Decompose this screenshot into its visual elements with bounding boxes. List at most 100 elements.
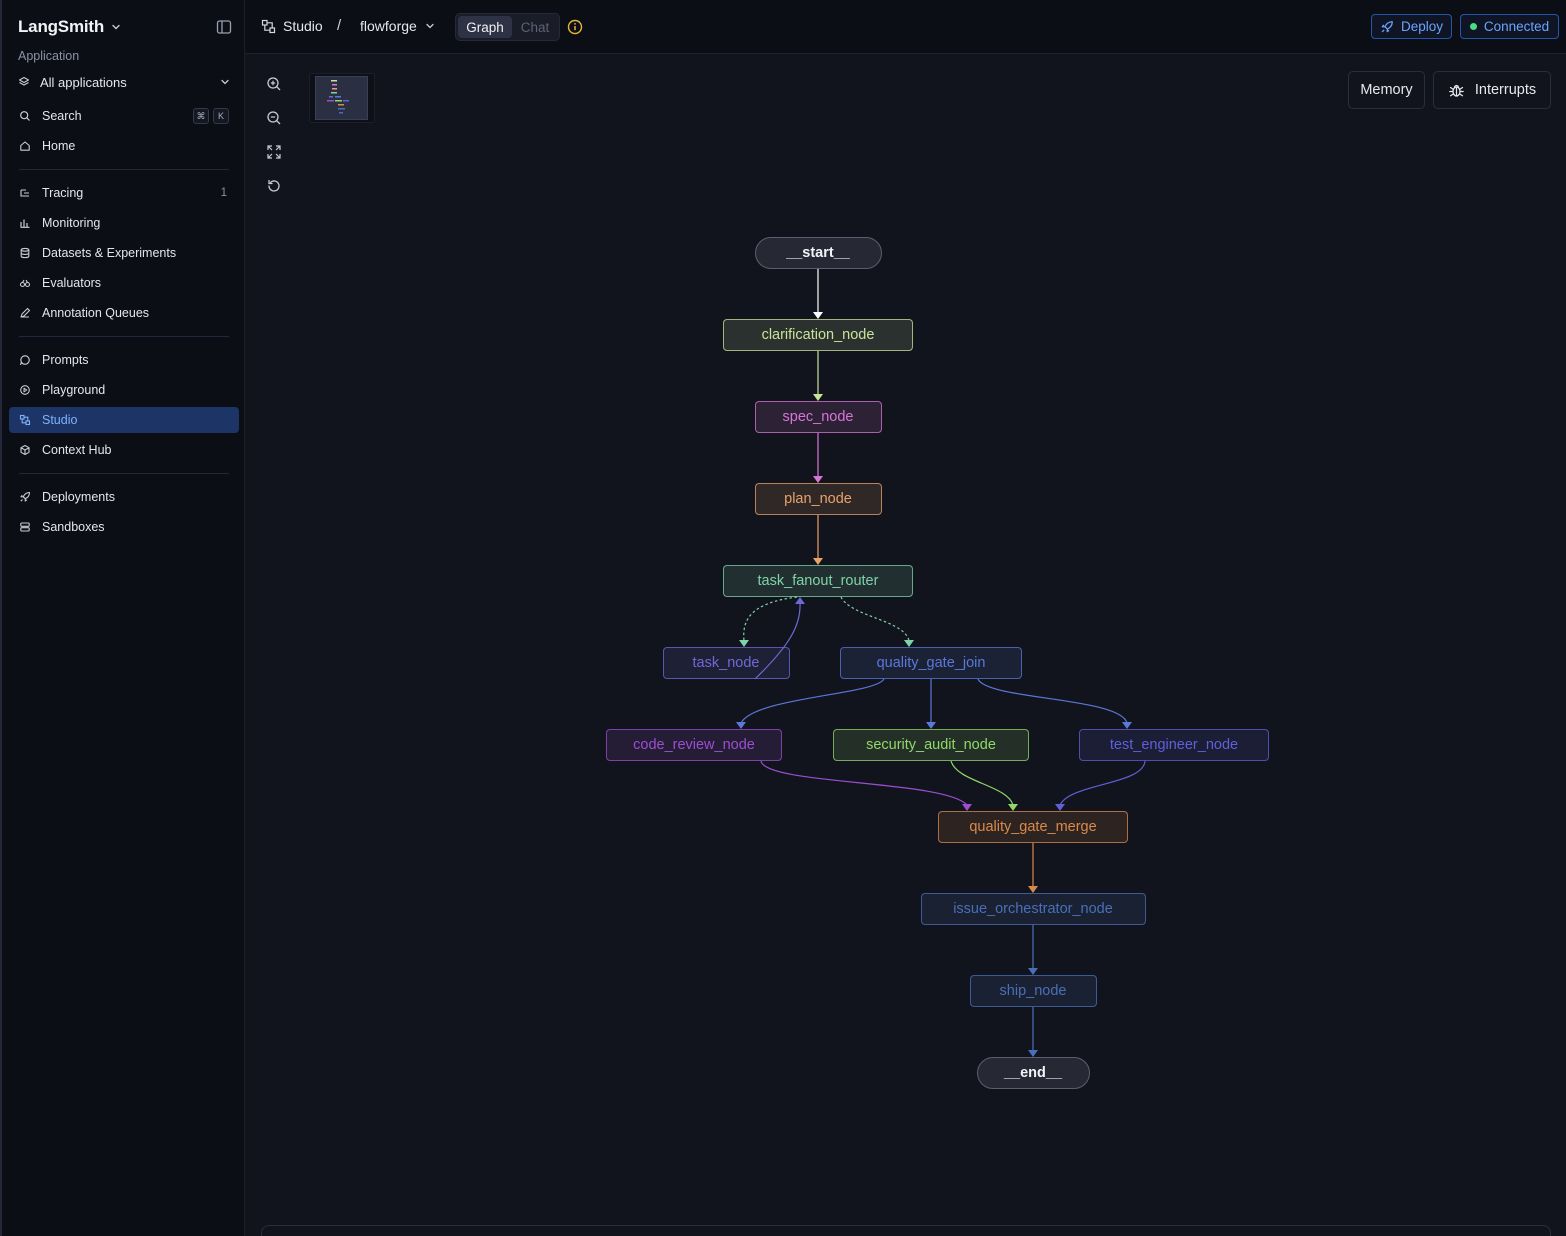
edge-arrow-plan bbox=[813, 476, 823, 483]
sidebar-item-label: Annotation Queues bbox=[42, 306, 150, 320]
edge-arrow-tester bbox=[1122, 722, 1132, 729]
brand-menu[interactable]: LangSmith bbox=[18, 16, 122, 38]
deploy-button-label: Deploy bbox=[1400, 19, 1444, 34]
tab-chat[interactable]: Chat bbox=[514, 16, 556, 38]
edge-arrow-merge-tester bbox=[1055, 804, 1065, 811]
edge-arrow-merge-review bbox=[962, 804, 972, 811]
info-icon[interactable] bbox=[567, 19, 583, 35]
application-select[interactable]: All applications bbox=[18, 72, 231, 92]
graph-node-end[interactable]: __end__ bbox=[976, 1057, 1090, 1089]
chevron-down-icon bbox=[221, 79, 229, 85]
sidebar: LangSmith Application All applications S… bbox=[0, 0, 245, 1236]
sidebar-item-sandboxes[interactable]: Sandboxes bbox=[9, 514, 239, 540]
prompts-icon bbox=[20, 355, 30, 365]
graph-node-orch[interactable]: issue_orchestrator_node bbox=[920, 893, 1146, 925]
tracing-icon bbox=[20, 189, 29, 197]
pencil-icon bbox=[20, 307, 31, 318]
studio-icon bbox=[261, 19, 276, 33]
sidebar-item-label: Deployments bbox=[42, 490, 115, 504]
edge-arrow-clarification bbox=[813, 312, 823, 319]
bottom-panel bbox=[261, 1225, 1551, 1236]
connection-status-label: Connected bbox=[1483, 19, 1550, 34]
sidebar-toggle-icon[interactable] bbox=[215, 18, 233, 36]
database-icon bbox=[20, 247, 30, 259]
application-select-value: All applications bbox=[40, 74, 127, 90]
edge-arrow-qgjoin bbox=[904, 640, 914, 647]
sidebar-item-annotation-queues[interactable]: Annotation Queues bbox=[9, 300, 239, 326]
sidebar-item-context-hub[interactable]: Context Hub bbox=[9, 437, 239, 463]
evaluators-icon bbox=[19, 279, 31, 288]
connection-status[interactable]: Connected bbox=[1460, 14, 1559, 39]
edge-review-merge bbox=[760, 760, 968, 806]
section-label: Application bbox=[18, 49, 80, 63]
edge-arrow-orch bbox=[1028, 886, 1038, 893]
edge-arrow-spec bbox=[813, 394, 823, 401]
graph-node-review[interactable]: code_review_node bbox=[606, 729, 782, 761]
playground-icon bbox=[20, 385, 30, 395]
sidebar-item-studio[interactable]: Studio bbox=[9, 407, 239, 433]
edge-arrow-review bbox=[736, 722, 746, 729]
edge-arrow-ship bbox=[1028, 968, 1038, 975]
hub-icon bbox=[20, 444, 30, 456]
edge-qgjoin-review bbox=[740, 678, 885, 724]
monitoring-icon bbox=[20, 219, 30, 228]
studio-icon bbox=[19, 414, 31, 426]
sidebar-divider bbox=[19, 336, 229, 337]
sidebar-item-label: Playground bbox=[42, 383, 106, 397]
project-select[interactable]: flowforge bbox=[360, 18, 436, 34]
edge-router-task bbox=[743, 596, 798, 642]
sidebar-item-evaluators[interactable]: Evaluators bbox=[9, 270, 239, 296]
project-name: flowforge bbox=[360, 18, 417, 34]
home-icon bbox=[20, 141, 30, 151]
graph-node-task[interactable]: task_node bbox=[662, 647, 790, 679]
sidebar-item-prompts[interactable]: Prompts bbox=[9, 347, 239, 373]
graph-node-plan[interactable]: plan_node bbox=[754, 483, 882, 515]
rocket-icon bbox=[1381, 20, 1393, 32]
view-toggle: Graph Chat bbox=[455, 13, 560, 41]
brand-name: LangSmith bbox=[18, 17, 105, 36]
sidebar-item-label: Evaluators bbox=[42, 276, 102, 290]
shortcut-key: K bbox=[213, 108, 229, 124]
sidebar-item-deployments[interactable]: Deployments bbox=[9, 484, 239, 510]
apps-icon bbox=[18, 76, 30, 86]
deploy-button[interactable]: Deploy bbox=[1371, 14, 1452, 39]
graph-node-audit[interactable]: security_audit_node bbox=[833, 729, 1029, 761]
breadcrumb-separator: / bbox=[337, 17, 342, 34]
top-bar: Studio / flowforge Graph Chat Deploy Con… bbox=[245, 0, 1566, 54]
shortcut-hint: ⌘ K bbox=[193, 108, 229, 124]
rocket-icon bbox=[20, 491, 31, 502]
graph-node-qgjoin[interactable]: quality_gate_join bbox=[840, 647, 1022, 679]
graph-edges bbox=[736, 269, 1146, 1057]
sidebar-item-datasets[interactable]: Datasets & Experiments bbox=[9, 240, 239, 266]
graph-node-clarification[interactable]: clarification_node bbox=[723, 319, 913, 351]
graph-node-ship[interactable]: ship_node bbox=[969, 975, 1097, 1007]
graph-node-tester[interactable]: test_engineer_node bbox=[1079, 729, 1269, 761]
graph-node-merge[interactable]: quality_gate_merge bbox=[938, 811, 1128, 843]
status-dot bbox=[1469, 23, 1477, 30]
sidebar-item-label: Prompts bbox=[42, 353, 89, 367]
graph-node-router[interactable]: task_fanout_router bbox=[723, 565, 913, 597]
edge-router-qgjoin bbox=[840, 596, 910, 642]
edge-arrow-audit bbox=[926, 722, 936, 729]
graph-node-spec[interactable]: spec_node bbox=[754, 401, 882, 433]
sidebar-divider bbox=[19, 169, 229, 170]
breadcrumb-studio-label: Studio bbox=[283, 18, 323, 34]
graph-canvas[interactable]: Memory Interrupts __start__ clarification… bbox=[245, 55, 1566, 1236]
sidebar-item-playground[interactable]: Playground bbox=[9, 377, 239, 403]
shortcut-key: ⌘ bbox=[193, 108, 209, 124]
sidebar-item-search[interactable]: Search ⌘ K bbox=[9, 103, 239, 129]
graph-node-start[interactable]: __start__ bbox=[754, 237, 882, 269]
sidebar-item-tracing[interactable]: Tracing 1 bbox=[9, 180, 239, 206]
sidebar-item-label: Datasets & Experiments bbox=[42, 246, 177, 260]
sidebar-item-home[interactable]: Home bbox=[9, 133, 239, 159]
sidebar-item-label: Studio bbox=[42, 413, 78, 427]
breadcrumb-studio[interactable]: Studio bbox=[261, 18, 323, 34]
edge-arrow-router bbox=[795, 597, 805, 604]
tab-graph[interactable]: Graph bbox=[458, 16, 512, 38]
sidebar-divider bbox=[19, 473, 229, 474]
tracing-count: 1 bbox=[220, 187, 227, 199]
sidebar-item-monitoring[interactable]: Monitoring bbox=[9, 210, 239, 236]
chevron-down-icon bbox=[426, 23, 434, 29]
sidebar-item-label: Context Hub bbox=[42, 443, 112, 457]
sidebar-item-label: Monitoring bbox=[42, 216, 101, 230]
